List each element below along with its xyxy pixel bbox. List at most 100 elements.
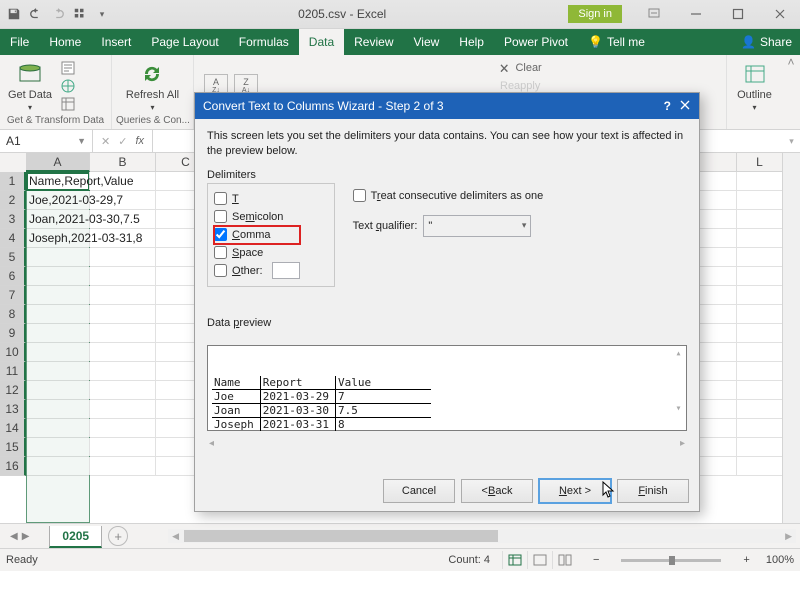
cell[interactable] (156, 324, 216, 342)
cell[interactable] (156, 400, 216, 418)
cell[interactable] (26, 438, 90, 456)
row-header[interactable]: 1 (0, 172, 26, 191)
cell[interactable] (26, 286, 90, 304)
view-pagelayout-icon[interactable] (527, 551, 552, 569)
cell[interactable] (216, 305, 737, 323)
cell[interactable] (737, 172, 783, 190)
cell[interactable] (737, 191, 783, 209)
cell[interactable] (216, 210, 737, 228)
maximize-button[interactable] (718, 0, 758, 28)
cell[interactable] (90, 400, 156, 418)
row-header[interactable]: 5 (0, 248, 26, 267)
zoom-slider[interactable] (621, 559, 721, 562)
cell[interactable] (90, 438, 156, 456)
cell[interactable] (737, 286, 783, 304)
menu-insert[interactable]: Insert (91, 29, 141, 55)
from-text-icon[interactable] (58, 59, 78, 77)
cell[interactable] (216, 172, 737, 190)
cell[interactable] (26, 457, 90, 475)
row-header[interactable]: 15 (0, 438, 26, 457)
cancel-formula-icon[interactable]: ✕ (101, 135, 110, 148)
cell[interactable] (26, 248, 90, 266)
ribbon-collapse-icon[interactable]: ˄ (782, 55, 800, 73)
cell[interactable] (156, 343, 216, 361)
col-header-b[interactable]: B (90, 153, 156, 172)
cell[interactable] (216, 419, 737, 437)
menu-view[interactable]: View (404, 29, 450, 55)
cell[interactable] (216, 381, 737, 399)
cell[interactable] (156, 457, 216, 475)
cell[interactable] (90, 305, 156, 323)
cell[interactable] (216, 286, 737, 304)
cell[interactable] (216, 267, 737, 285)
row-header[interactable]: 11 (0, 362, 26, 381)
cell[interactable] (737, 381, 783, 399)
cell[interactable] (216, 457, 737, 475)
cell[interactable] (26, 381, 90, 399)
cell[interactable] (216, 248, 737, 266)
menu-formulas[interactable]: Formulas (229, 29, 299, 55)
cell[interactable] (90, 343, 156, 361)
menu-data[interactable]: Data (299, 29, 344, 55)
cell[interactable] (216, 343, 737, 361)
col-header-a[interactable]: A (26, 153, 90, 172)
sort-az-icon[interactable]: AZ↓ (204, 74, 228, 98)
cell[interactable] (26, 267, 90, 285)
view-pagebreak-icon[interactable] (552, 551, 577, 569)
cell[interactable] (737, 248, 783, 266)
cell[interactable] (737, 210, 783, 228)
cell[interactable] (90, 248, 156, 266)
formula-expand-icon[interactable]: ▾ (783, 130, 800, 152)
row-header[interactable]: 6 (0, 267, 26, 286)
cell[interactable] (156, 381, 216, 399)
select-all-corner[interactable] (0, 153, 27, 173)
cell[interactable] (90, 419, 156, 437)
from-table-icon[interactable] (58, 95, 78, 113)
row-header[interactable]: 4 (0, 229, 26, 248)
sheet-tab[interactable]: 0205 (49, 526, 102, 548)
name-box[interactable]: A1▼ (0, 130, 93, 152)
cell[interactable] (737, 362, 783, 380)
cell[interactable] (26, 324, 90, 342)
scrollbar-thumb[interactable] (184, 530, 498, 542)
cell[interactable] (26, 362, 90, 380)
cell[interactable] (156, 229, 216, 247)
row-header[interactable]: 2 (0, 191, 26, 210)
cell[interactable] (216, 324, 737, 342)
column-headers[interactable]: A B C L (26, 153, 783, 172)
tellme-button[interactable]: 💡Tell me (578, 29, 655, 55)
signin-button[interactable]: Sign in (568, 5, 622, 23)
cell[interactable] (156, 286, 216, 304)
cell[interactable] (737, 229, 783, 247)
cell[interactable] (737, 419, 783, 437)
cell[interactable] (737, 343, 783, 361)
cell[interactable] (90, 381, 156, 399)
cell[interactable] (156, 305, 216, 323)
menu-home[interactable]: Home (39, 29, 91, 55)
cell[interactable] (216, 362, 737, 380)
row-header[interactable]: 8 (0, 305, 26, 324)
cell[interactable] (156, 248, 216, 266)
get-data-button[interactable]: Get Data▾ (4, 59, 56, 114)
cell-a1[interactable]: Name,Report,Value (26, 172, 90, 190)
menu-file[interactable]: File (0, 29, 39, 55)
cell[interactable] (26, 305, 90, 323)
cell[interactable] (156, 210, 216, 228)
refresh-all-button[interactable]: Refresh All▾ (122, 59, 183, 114)
formula-bar[interactable] (153, 130, 783, 152)
col-header-l[interactable]: L (737, 153, 783, 172)
cell[interactable] (216, 191, 737, 209)
undo-icon[interactable] (28, 6, 44, 22)
cell[interactable] (156, 191, 216, 209)
ribbon-options-icon[interactable] (634, 0, 674, 28)
cell[interactable] (90, 286, 156, 304)
sort-za-icon[interactable]: ZA↓ (234, 74, 258, 98)
tab-nav-next-icon[interactable]: ▶ (22, 531, 30, 542)
cell[interactable] (737, 400, 783, 418)
cell[interactable] (156, 172, 216, 190)
row-header[interactable]: 9 (0, 324, 26, 343)
row-header[interactable]: 13 (0, 400, 26, 419)
cell[interactable] (26, 400, 90, 418)
cell[interactable] (90, 457, 156, 475)
cell[interactable] (216, 438, 737, 456)
